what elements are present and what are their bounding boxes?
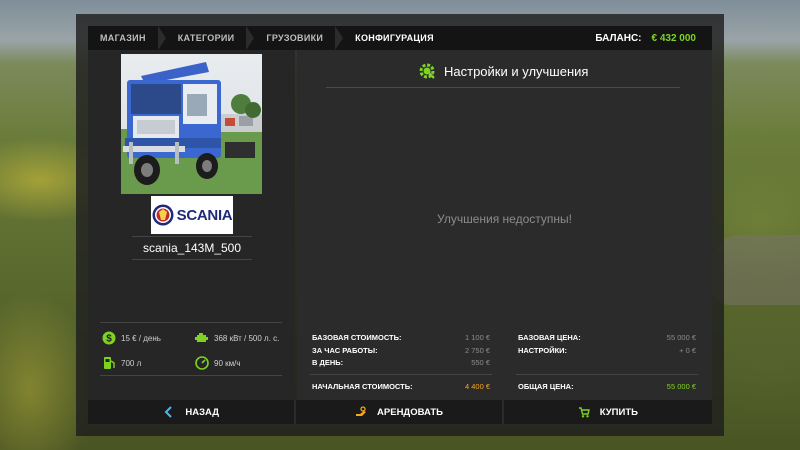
- spec-speed-value: 90 км/ч: [214, 358, 241, 368]
- spec-fuel: 700 л: [102, 356, 141, 370]
- balance-display: БАЛАНС: € 432 000: [595, 33, 712, 44]
- cart-icon: [578, 407, 590, 418]
- balance-label: БАЛАНС:: [595, 32, 642, 44]
- spec-speed: 90 км/ч: [195, 356, 241, 370]
- engine-icon: [195, 333, 208, 342]
- breadcrumb-separator: [246, 26, 255, 50]
- coin-icon: $: [102, 331, 116, 345]
- spec-power-value: 368 кВт / 500 л. с.: [214, 333, 280, 343]
- purchase-total-label: ОБЩАЯ ЦЕНА:: [518, 382, 574, 391]
- purchase-total-value: 55 000 €: [666, 382, 696, 391]
- lease-divider: [310, 374, 492, 375]
- scania-griffin-icon: [152, 204, 174, 226]
- purchase-base-price-label: БАЗОВАЯ ЦЕНА:: [518, 333, 581, 342]
- chevron-left-icon: [164, 406, 173, 418]
- buy-button-label: КУПИТЬ: [599, 406, 638, 418]
- breadcrumb-trucks[interactable]: ГРУЗОВИКИ: [254, 26, 335, 50]
- back-button-label: НАЗАД: [185, 406, 219, 418]
- breadcrumb-label: КАТЕГОРИИ: [177, 33, 235, 43]
- hand-key-icon: [356, 406, 367, 416]
- purchase-settings-value: + 0 €: [679, 346, 696, 355]
- brand-name: SCANIA: [176, 206, 233, 224]
- purchase-base-price-value: 55 000 €: [666, 333, 696, 342]
- breadcrumb-shop[interactable]: МАГАЗИН: [88, 26, 158, 50]
- spec-power: 368 кВт / 500 л. с.: [195, 331, 279, 345]
- breadcrumb-bar: МАГАЗИН КАТЕГОРИИ ГРУЗОВИКИ КОНФИГУРАЦИЯ…: [88, 26, 712, 50]
- settings-title-text: Настройки и улучшения: [444, 63, 589, 79]
- breadcrumb-separator: [157, 26, 166, 50]
- lease-button[interactable]: АРЕНДОВАТЬ: [296, 400, 502, 424]
- svg-text:$: $: [106, 334, 112, 345]
- breadcrumb-label: МАГАЗИН: [100, 33, 146, 43]
- purchase-settings-label: НАСТРОЙКИ:: [518, 346, 568, 355]
- title-divider: [326, 87, 680, 88]
- lease-per-hour-label: ЗА ЧАС РАБОТЫ:: [312, 346, 378, 355]
- spec-upkeep-value: 15 € / день: [121, 333, 161, 343]
- settings-title: Настройки и улучшения: [418, 62, 588, 80]
- vehicle-model-name: scania_143M_500: [132, 236, 252, 260]
- lease-initial-cost-value: 4 400 €: [464, 382, 490, 391]
- vehicle-specs: $ 15 € / день 368 кВт / 500 л. с. 700 л …: [100, 322, 282, 376]
- fuel-pump-icon: [104, 357, 115, 369]
- spec-upkeep: $ 15 € / день: [102, 331, 161, 345]
- price-summary: БАЗОВАЯ СТОИМОСТЬ: 1 100 € ЗА ЧАС РАБОТЫ…: [310, 327, 700, 397]
- lease-base-cost-label: БАЗОВАЯ СТОИМОСТЬ:: [312, 333, 402, 342]
- balance-value: € 432 000: [651, 32, 697, 44]
- speedometer-icon: [195, 356, 209, 370]
- lease-button-label: АРЕНДОВАТЬ: [377, 406, 443, 418]
- purchase-divider: [516, 374, 698, 375]
- back-button[interactable]: НАЗАД: [88, 400, 295, 424]
- gear-wrench-icon: [419, 63, 435, 79]
- breadcrumb-label: ГРУЗОВИКИ: [266, 33, 324, 43]
- breadcrumb-configuration: КОНФИГУРАЦИЯ: [343, 26, 446, 50]
- lease-base-cost-value: 1 100 €: [464, 333, 490, 342]
- spec-fuel-value: 700 л: [121, 358, 142, 368]
- no-upgrades-message: Улучшения недоступны!: [437, 212, 572, 226]
- lease-per-day-value: 550 €: [471, 358, 490, 367]
- action-bar: НАЗАД АРЕНДОВАТЬ КУПИТЬ: [88, 400, 713, 424]
- vehicle-image: [121, 54, 262, 194]
- breadcrumb-separator: [335, 26, 344, 50]
- brand-logo: SCANIA: [151, 196, 233, 234]
- lease-initial-cost-label: НАЧАЛЬНАЯ СТОИМОСТЬ:: [312, 382, 413, 391]
- lease-per-day-label: В ДЕНЬ:: [312, 358, 344, 367]
- truck-icon: [121, 62, 262, 194]
- buy-button[interactable]: КУПИТЬ: [503, 400, 713, 424]
- breadcrumb-label: КОНФИГУРАЦИЯ: [355, 33, 434, 43]
- breadcrumb-categories[interactable]: КАТЕГОРИИ: [166, 26, 247, 50]
- lease-per-hour-value: 2 750 €: [464, 346, 490, 355]
